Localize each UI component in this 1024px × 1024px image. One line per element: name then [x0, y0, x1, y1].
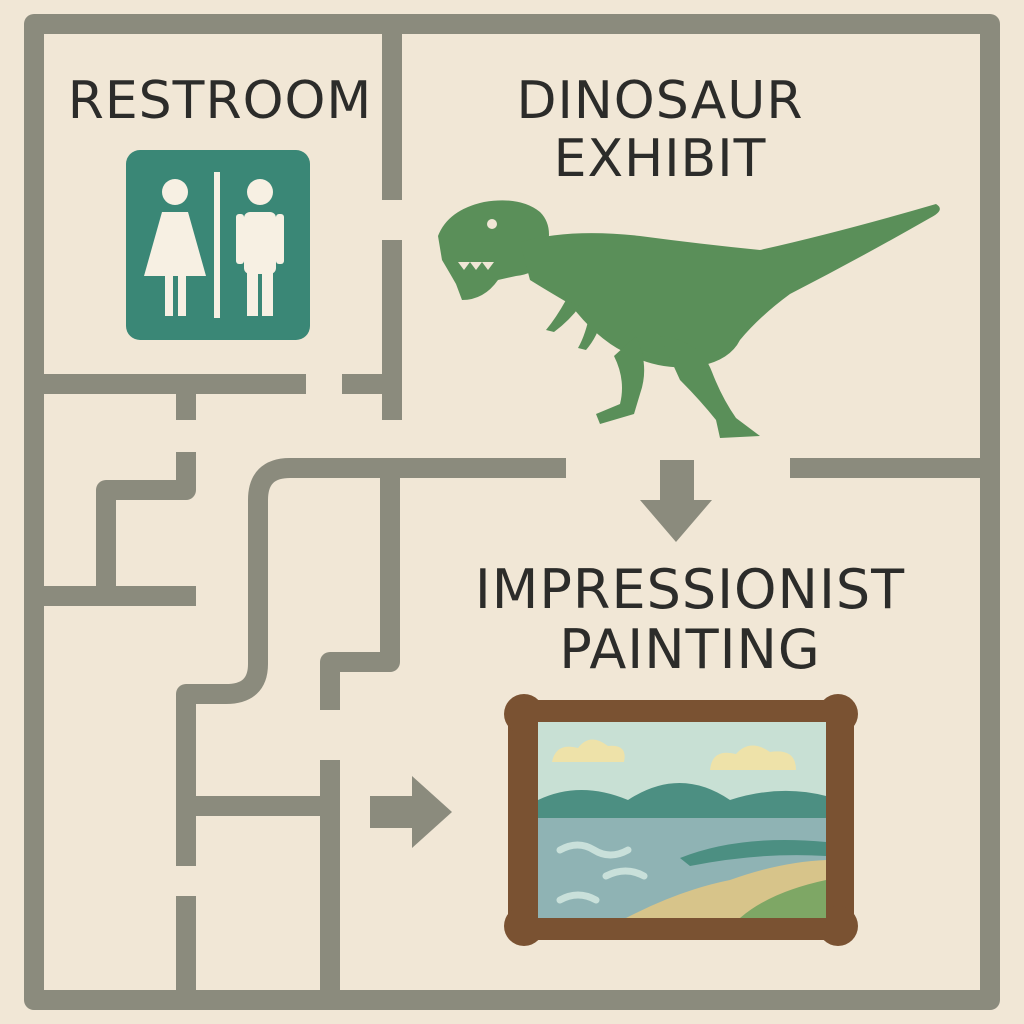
museum-map: RESTROOM DINOSAUR EXHIBIT IMPRESSIONIST …	[0, 0, 1024, 1024]
woman-leg	[178, 276, 186, 316]
dinosaur-exhibit-label: DINOSAUR EXHIBIT	[470, 71, 850, 190]
man-leg	[247, 270, 258, 316]
restroom-figures	[144, 172, 284, 318]
dino-eye	[487, 219, 497, 229]
impressionist-painting-label-line2: PAINTING	[559, 618, 821, 682]
woman-head	[162, 179, 188, 205]
man-body	[244, 212, 276, 274]
man-arm	[276, 214, 284, 264]
restroom-sign-icon	[126, 150, 310, 340]
impressionist-painting-label-line1: IMPRESSIONIST	[474, 558, 906, 621]
painting-canvas	[538, 722, 826, 918]
man-leg	[262, 270, 273, 316]
woman-leg	[165, 276, 173, 316]
dinosaur-exhibit-label-line2: EXHIBIT	[553, 129, 767, 190]
man-arm	[236, 214, 244, 264]
impressionist-painting-label: IMPRESSIONIST PAINTING	[440, 558, 940, 682]
painting-icon	[504, 694, 858, 946]
restroom-label-text: RESTROOM	[67, 71, 373, 131]
restroom-label: RESTROOM	[60, 72, 380, 130]
dinosaur-exhibit-label-line1: DINOSAUR	[516, 71, 804, 131]
dino-teeth	[458, 262, 494, 270]
man-head	[247, 179, 273, 205]
restroom-divider	[214, 172, 220, 318]
